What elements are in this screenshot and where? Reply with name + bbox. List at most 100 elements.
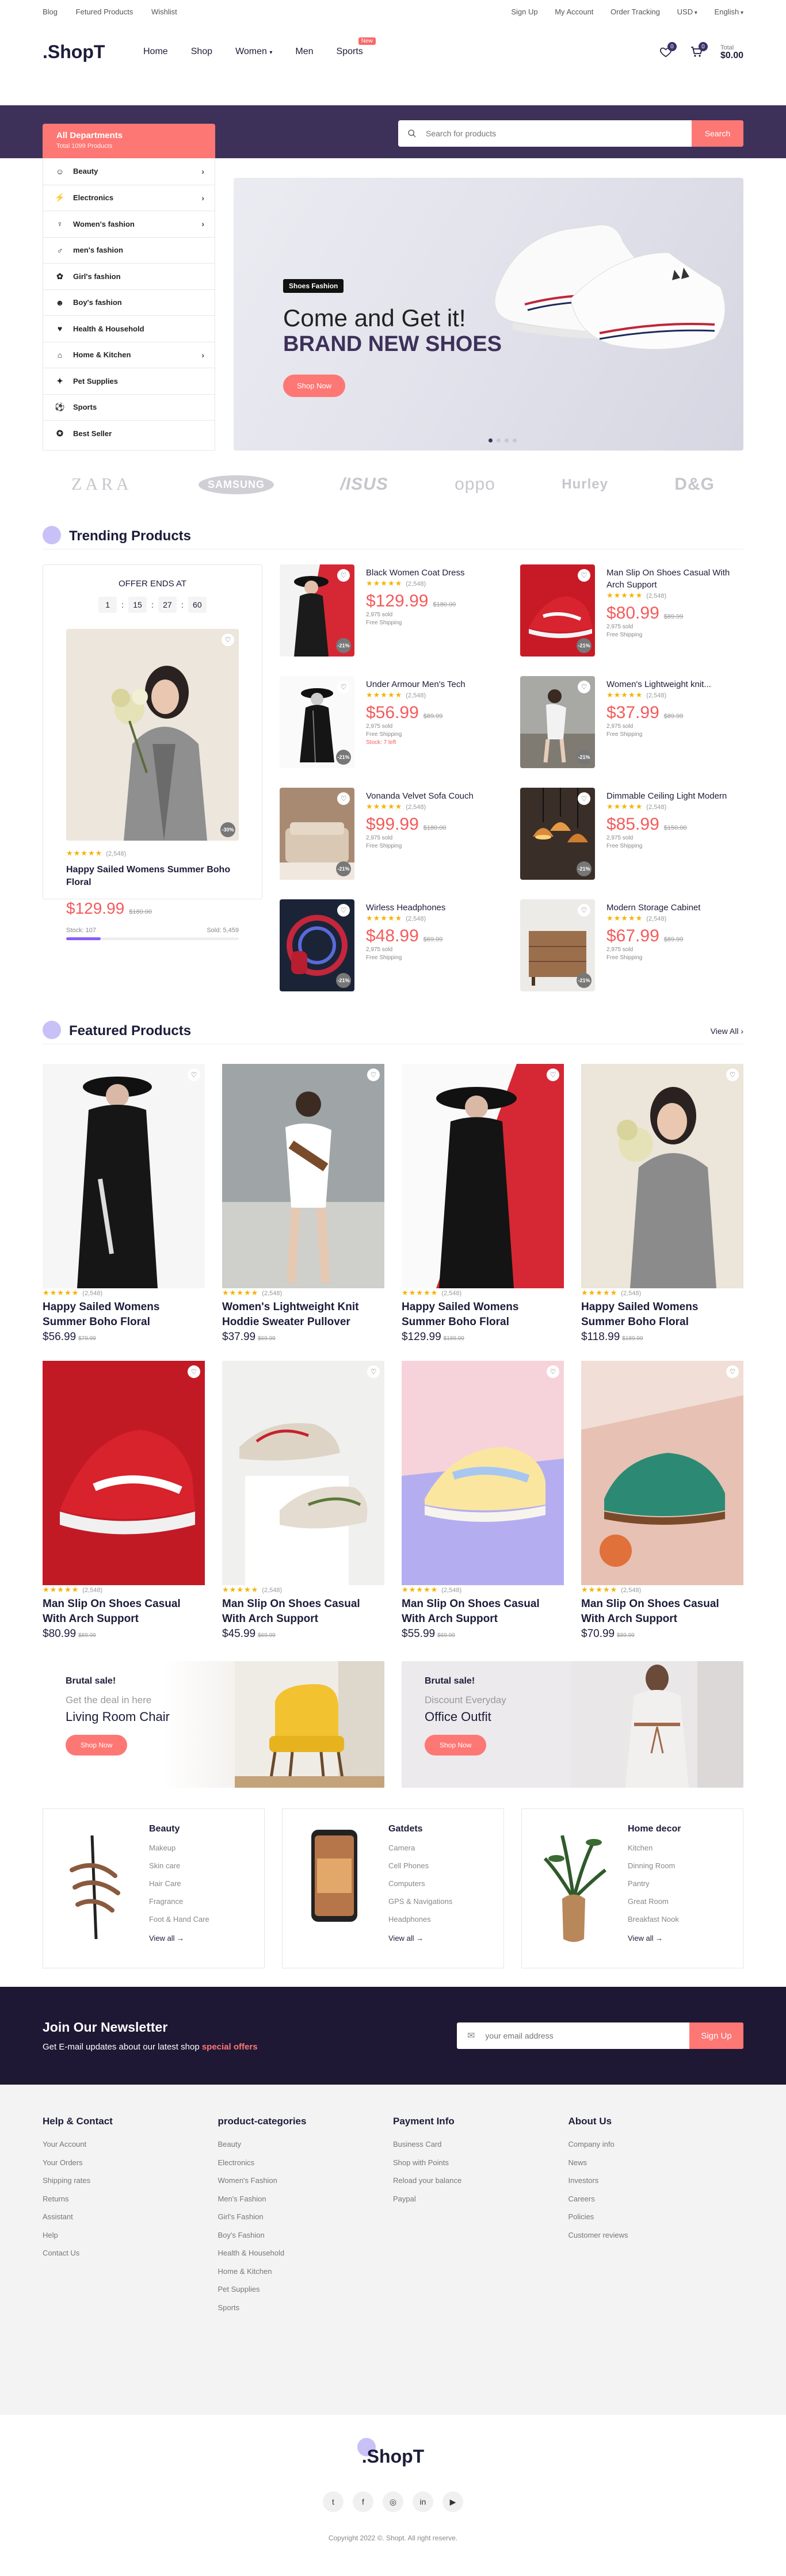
footer-link[interactable]: Paypal: [393, 2190, 568, 2208]
product-image[interactable]: ♡ -21%: [280, 564, 354, 657]
product-name[interactable]: Man Slip On Shoes Casual With Arch Suppo…: [222, 1597, 384, 1627]
slider-dot[interactable]: [489, 438, 493, 442]
footer-link[interactable]: Reload your balance: [393, 2172, 568, 2190]
brand-dg[interactable]: D&G: [674, 475, 715, 494]
department-item[interactable]: ⚡ Electronics ›: [43, 184, 215, 211]
nav-men[interactable]: Men: [295, 47, 313, 57]
footer-link[interactable]: Policies: [568, 2208, 744, 2226]
hero-shop-now-button[interactable]: Shop Now: [283, 375, 345, 397]
trending-product[interactable]: ♡ -21% Black Women Coat Dress ★★★★★ (2,548) $…: [280, 564, 503, 657]
youtube-icon[interactable]: ▶: [442, 2491, 463, 2512]
promo-living-room[interactable]: Brutal sale! Get the deal in here Living…: [43, 1661, 384, 1788]
wishlist-heart-icon[interactable]: ♡: [726, 1068, 739, 1081]
footer-link[interactable]: Health & Household: [218, 2244, 394, 2262]
footer-link[interactable]: News: [568, 2154, 744, 2172]
category-link[interactable]: Dinning Room: [628, 1857, 681, 1875]
slider-dot[interactable]: [513, 438, 517, 442]
department-item[interactable]: ⌂ Home & Kitchen ›: [43, 341, 215, 368]
product-image[interactable]: ♡ -21%: [520, 788, 595, 880]
footer-link[interactable]: Boy's Fashion: [218, 2226, 394, 2245]
brand-hurley[interactable]: Hurley: [562, 476, 608, 493]
featured-product[interactable]: ♡ ★★★★★ (2,548) Man Slip On Shoes Casual Wi…: [222, 1361, 384, 1640]
brand-asus[interactable]: /ISUS: [340, 475, 388, 494]
slider-dot[interactable]: [497, 438, 501, 442]
nav-women[interactable]: Women ▾: [235, 47, 272, 57]
department-item[interactable]: ☺ Beauty ›: [43, 158, 215, 185]
category-link[interactable]: Kitchen: [628, 1839, 681, 1857]
footer-link[interactable]: Home & Kitchen: [218, 2262, 394, 2281]
nav-sports[interactable]: Sports New: [337, 37, 376, 57]
footer-link[interactable]: Sports: [218, 2299, 394, 2317]
product-name[interactable]: Man Slip On Shoes Casual With Arch Suppo…: [43, 1597, 205, 1627]
search-button[interactable]: Search: [692, 120, 743, 147]
department-item[interactable]: ✿ Girl's fashion: [43, 263, 215, 289]
featured-product[interactable]: ♡ ★★★★★ (2,548) Happy Sailed Womens Summer …: [581, 1064, 743, 1344]
category-image[interactable]: [539, 1824, 608, 1951]
product-image[interactable]: ♡: [402, 1361, 564, 1585]
department-item[interactable]: ✦ Pet Supplies: [43, 368, 215, 394]
product-name[interactable]: Dimmable Ceiling Light Modern: [606, 790, 727, 802]
product-name[interactable]: Wirless Headphones: [366, 902, 445, 914]
featured-product[interactable]: ♡ ★★★★★ (2,548) Happy Sailed Womens Summer …: [43, 1064, 205, 1344]
wishlist-heart-icon[interactable]: ♡: [578, 904, 590, 917]
trending-product[interactable]: ♡ -21% Man Slip On Shoes Casual With Arch …: [520, 564, 743, 657]
product-image[interactable]: ♡ -21%: [280, 788, 354, 880]
twitter-icon[interactable]: t: [323, 2491, 344, 2512]
wishlist-heart-icon[interactable]: ♡: [222, 633, 234, 646]
my-account-link[interactable]: My Account: [555, 7, 593, 16]
footer-link[interactable]: Help: [43, 2226, 218, 2245]
footer-link[interactable]: Business Card: [393, 2135, 568, 2154]
category-link[interactable]: Great Room: [628, 1892, 681, 1910]
offer-product-name[interactable]: Happy Sailed Womens Summer Boho Floral: [66, 864, 239, 889]
category-title[interactable]: Beauty: [149, 1824, 209, 1834]
wishlist-heart-icon[interactable]: ♡: [726, 1365, 739, 1378]
category-link[interactable]: Hair Care: [149, 1875, 209, 1892]
linkedin-icon[interactable]: in: [413, 2491, 433, 2512]
product-name[interactable]: Happy Sailed Womens Summer Boho Floral: [581, 1300, 743, 1330]
nav-shop[interactable]: Shop: [191, 47, 212, 57]
wishlist-heart-icon[interactable]: ♡: [188, 1365, 200, 1378]
footer-link[interactable]: Shop with Points: [393, 2154, 568, 2172]
product-name[interactable]: Happy Sailed Womens Summer Boho Floral: [43, 1300, 205, 1330]
category-link[interactable]: Fragrance: [149, 1892, 209, 1910]
product-image[interactable]: ♡: [43, 1064, 205, 1288]
wishlist-heart-icon[interactable]: ♡: [578, 681, 590, 693]
department-item[interactable]: ☻ Boy's fashion: [43, 289, 215, 316]
category-image[interactable]: [60, 1824, 129, 1951]
trending-product[interactable]: ♡ -21% Under Armour Men's Tech ★★★★★ (2,548)…: [280, 676, 503, 768]
product-image[interactable]: ♡: [43, 1361, 205, 1585]
brand-samsung[interactable]: SAMSUNG: [199, 475, 274, 494]
currency-select[interactable]: USD: [677, 7, 697, 16]
footer-link[interactable]: Shipping rates: [43, 2172, 218, 2190]
instagram-icon[interactable]: ◎: [383, 2491, 403, 2512]
brand-zara[interactable]: ZARA: [71, 475, 132, 494]
blog-link[interactable]: Blog: [43, 7, 58, 16]
category-title[interactable]: Gatdets: [388, 1824, 452, 1834]
category-link[interactable]: Cell Phones: [388, 1857, 452, 1875]
wishlist-heart-icon[interactable]: ♡: [188, 1068, 200, 1081]
trending-product[interactable]: ♡ -21% Women's Lightweight knit... ★★★★★ (2,…: [520, 676, 743, 768]
product-name[interactable]: Women's Lightweight knit...: [606, 678, 711, 690]
promo-shop-now-button[interactable]: Shop Now: [66, 1735, 128, 1756]
product-name[interactable]: Under Armour Men's Tech: [366, 678, 466, 690]
product-image[interactable]: ♡: [581, 1064, 743, 1288]
product-name[interactable]: Man Slip On Shoes Casual With Arch Suppo…: [606, 567, 743, 591]
offer-product-image[interactable]: ♡ -30%: [66, 629, 239, 841]
footer-link[interactable]: Your Orders: [43, 2154, 218, 2172]
facebook-icon[interactable]: f: [353, 2491, 373, 2512]
footer-link[interactable]: Beauty: [218, 2135, 394, 2154]
wishlist-heart-icon[interactable]: ♡: [578, 569, 590, 582]
product-name[interactable]: Man Slip On Shoes Casual With Arch Suppo…: [581, 1597, 743, 1627]
department-item[interactable]: ⚽ Sports: [43, 394, 215, 421]
footer-link[interactable]: Customer reviews: [568, 2226, 744, 2245]
language-select[interactable]: English: [715, 7, 743, 16]
product-name[interactable]: Happy Sailed Womens Summer Boho Floral: [402, 1300, 564, 1330]
product-name[interactable]: Women's Lightweight Knit Hoddie Sweater …: [222, 1300, 384, 1330]
wishlist-heart-icon[interactable]: ♡: [367, 1068, 380, 1081]
view-all-link[interactable]: View all →: [149, 1934, 209, 1943]
cart-button[interactable]: 0: [689, 42, 708, 59]
trending-product[interactable]: ♡ -21% Wirless Headphones ★★★★★ (2,548) $48.9…: [280, 899, 503, 991]
product-image[interactable]: ♡ -21%: [520, 676, 595, 768]
logo[interactable]: .ShopT: [37, 36, 126, 63]
trending-product[interactable]: ♡ -21% Dimmable Ceiling Light Modern ★★★★★(…: [520, 788, 743, 880]
